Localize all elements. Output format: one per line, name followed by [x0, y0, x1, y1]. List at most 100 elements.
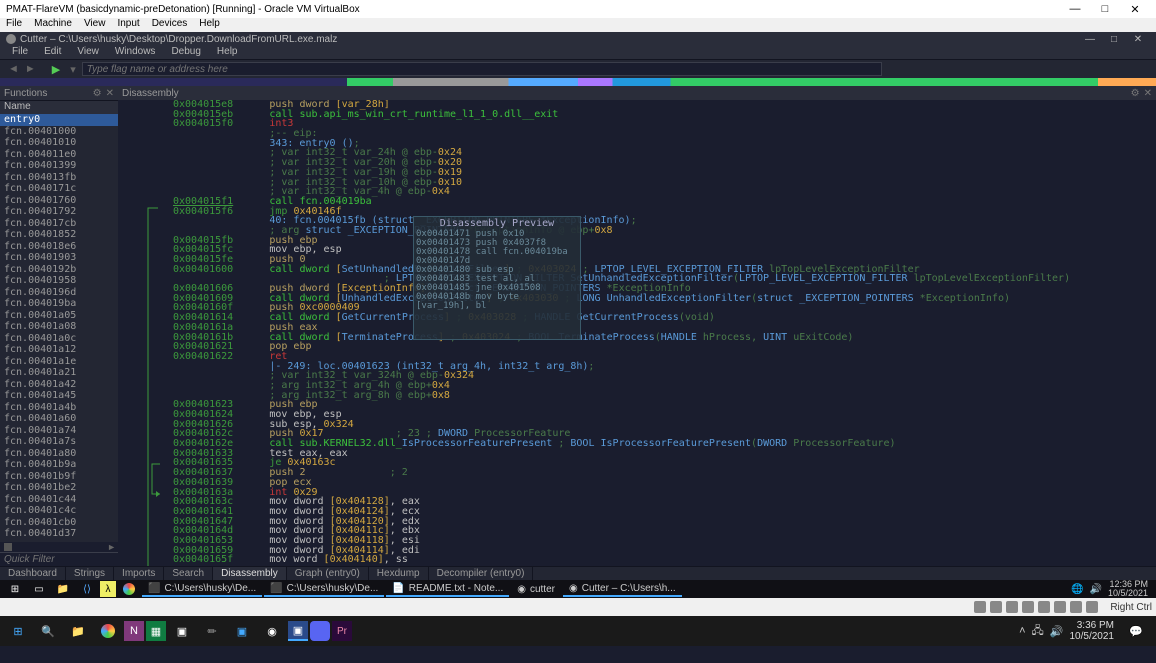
bottom-tab[interactable]: Hexdump — [369, 567, 429, 580]
vbox-minimize[interactable]: — — [1060, 3, 1090, 15]
host-explorer-icon[interactable]: 📁 — [64, 618, 92, 644]
bottom-tab[interactable]: Strings — [66, 567, 114, 580]
function-item[interactable]: fcn.00401010 — [0, 137, 118, 149]
bottom-tab[interactable]: Dashboard — [0, 567, 66, 580]
function-item[interactable]: fcn.00401a1e — [0, 356, 118, 368]
disasm-line[interactable]: 0x004015eb call sub.api_ms_win_crt_runti… — [173, 110, 1156, 120]
vbox-cd-icon[interactable] — [990, 601, 1002, 613]
guest-explorer-icon[interactable]: 📁 — [52, 581, 74, 597]
function-item[interactable]: fcn.00401a80 — [0, 448, 118, 460]
vbox-menu-machine[interactable]: Machine — [34, 18, 72, 32]
host-discord-icon[interactable] — [310, 621, 330, 641]
vbox-menu-file[interactable]: File — [6, 18, 22, 32]
function-item[interactable]: fcn.00401a42 — [0, 379, 118, 391]
cutter-menu-edit[interactable]: Edit — [36, 46, 69, 59]
address-search-input[interactable] — [82, 62, 882, 76]
function-item[interactable]: fcn.00401760 — [0, 195, 118, 207]
function-item[interactable]: fcn.004017cb — [0, 218, 118, 230]
function-item[interactable]: fcn.004013fb — [0, 172, 118, 184]
host-app2-icon[interactable]: ▣ — [228, 618, 256, 644]
cutter-close[interactable]: ✕ — [1126, 34, 1150, 45]
host-tray-net-icon[interactable]: 🖧 — [1032, 622, 1044, 641]
functions-list[interactable]: entry0fcn.00401000fcn.00401010fcn.004011… — [0, 114, 118, 542]
guest-tray-network-icon[interactable]: 🌐 — [1071, 584, 1083, 595]
vbox-hdd-icon[interactable] — [974, 601, 986, 613]
disasm-line[interactable]: 0x0040161b call dword [TerminateProcess]… — [173, 333, 1156, 343]
bottom-tab[interactable]: Search — [164, 567, 213, 580]
host-onenote-icon[interactable]: N — [124, 621, 144, 641]
vbox-close[interactable]: ✕ — [1120, 3, 1150, 16]
host-obs-icon[interactable]: ◉ — [258, 618, 286, 644]
guest-cmder-icon[interactable]: λ — [100, 581, 116, 597]
guest-chrome-icon[interactable] — [118, 581, 140, 597]
function-item[interactable]: fcn.00401a74 — [0, 425, 118, 437]
vbox-rec-icon[interactable] — [1070, 601, 1082, 613]
function-item[interactable]: fcn.00401a60 — [0, 413, 118, 425]
guest-start-button[interactable]: ⊞ — [4, 581, 26, 597]
disasm-line[interactable]: 0x00401621 pop ebp — [173, 342, 1156, 352]
guest-app-explorer1[interactable]: ⬛C:\Users\husky\De... — [142, 581, 262, 597]
function-item[interactable]: fcn.00401000 — [0, 126, 118, 138]
guest-clock[interactable]: 12:36 PM 10/5/2021 — [1108, 580, 1152, 598]
host-search-icon[interactable]: 🔍 — [34, 618, 62, 644]
function-item[interactable]: fcn.00401a21 — [0, 367, 118, 379]
functions-name-column[interactable]: Name — [0, 100, 118, 114]
functions-close-icon[interactable]: ✕ — [106, 88, 114, 99]
function-item[interactable]: fcn.004018e6 — [0, 241, 118, 253]
guest-app-cutter2[interactable]: ◉Cutter – C:\Users\h... — [563, 581, 682, 597]
function-item[interactable]: fcn.00401958 — [0, 275, 118, 287]
host-virtualbox-icon[interactable]: ▣ — [288, 621, 308, 641]
nav-back-icon[interactable]: ◄ — [8, 63, 19, 75]
function-item[interactable]: fcn.00401b9f — [0, 471, 118, 483]
function-item[interactable]: fcn.0040171c — [0, 183, 118, 195]
function-item[interactable]: fcn.00401b9a — [0, 459, 118, 471]
vbox-maximize[interactable]: □ — [1090, 3, 1120, 15]
guest-tray-sound-icon[interactable]: 🔊 — [1090, 584, 1102, 595]
guest-app-explorer2[interactable]: ⬛C:\Users\husky\De... — [264, 581, 384, 597]
host-start-button[interactable]: ⊞ — [4, 618, 32, 644]
cutter-menu-debug[interactable]: Debug — [163, 46, 208, 59]
nav-forward-icon[interactable]: ► — [25, 63, 36, 75]
disasm-line[interactable]: 0x00401639 pop ecx — [173, 478, 1156, 488]
function-item[interactable]: fcn.00401399 — [0, 160, 118, 172]
function-item[interactable]: fcn.00401a45 — [0, 390, 118, 402]
host-notifications-icon[interactable]: 💬 — [1122, 618, 1150, 644]
disasm-settings-icon[interactable]: ⚙ — [1131, 88, 1140, 99]
vbox-net-icon[interactable] — [1006, 601, 1018, 613]
cutter-maximize[interactable]: □ — [1102, 34, 1126, 45]
function-item[interactable]: fcn.00401903 — [0, 252, 118, 264]
vbox-menu-input[interactable]: Input — [117, 18, 139, 32]
guest-app-cutter1[interactable]: ◉cutter — [511, 581, 561, 597]
disassembly-listing[interactable]: 0x004015e8 push dword [var_28h]0x004015e… — [118, 100, 1156, 566]
host-terminal-icon[interactable]: ▣ — [168, 618, 196, 644]
function-item[interactable]: fcn.004019ba — [0, 298, 118, 310]
host-app1-icon[interactable]: ✏ — [198, 618, 226, 644]
vbox-menu-view[interactable]: View — [84, 18, 106, 32]
cutter-minimize[interactable]: — — [1078, 34, 1102, 45]
function-item[interactable]: fcn.00401c4c — [0, 505, 118, 517]
vbox-usb-icon[interactable] — [1022, 601, 1034, 613]
vbox-shared-icon[interactable] — [1038, 601, 1050, 613]
bottom-tab[interactable]: Disassembly — [213, 567, 287, 580]
function-item[interactable]: entry0 — [0, 114, 118, 126]
function-item[interactable]: fcn.00401a4b — [0, 402, 118, 414]
host-tray-sound-icon[interactable]: 🔊 — [1050, 625, 1064, 638]
cutter-menu-windows[interactable]: Windows — [107, 46, 164, 59]
vbox-display-icon[interactable] — [1054, 601, 1066, 613]
disasm-line[interactable]: 0x00401614 call dword [GetCurrentProcess… — [173, 313, 1156, 323]
function-item[interactable]: fcn.00401852 — [0, 229, 118, 241]
functions-settings-icon[interactable]: ⚙ — [93, 88, 102, 99]
dropdown-icon[interactable]: ▾ — [70, 63, 76, 76]
function-item[interactable]: fcn.00401a08 — [0, 321, 118, 333]
function-item[interactable]: fcn.0040192b — [0, 264, 118, 276]
bottom-tab[interactable]: Decompiler (entry0) — [429, 567, 534, 580]
vbox-cpu-icon[interactable] — [1086, 601, 1098, 613]
bottom-tab[interactable]: Graph (entry0) — [287, 567, 369, 580]
cutter-menu-view[interactable]: View — [69, 46, 107, 59]
host-tray-chevron-icon[interactable]: ˄ — [1019, 625, 1025, 637]
disasm-line[interactable]: 0x00401637 push 2 ; 2 — [173, 468, 1156, 478]
function-item[interactable]: fcn.00401be2 — [0, 482, 118, 494]
function-item[interactable]: fcn.00401a05 — [0, 310, 118, 322]
guest-app-notepad[interactable]: 📄README.txt - Note... — [386, 581, 509, 597]
function-item[interactable]: fcn.004011e0 — [0, 149, 118, 161]
